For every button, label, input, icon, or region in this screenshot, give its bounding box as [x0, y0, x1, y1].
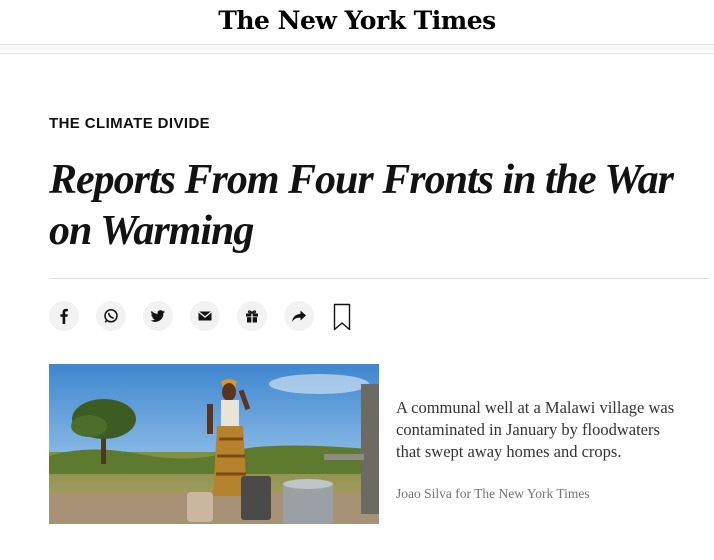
article-headline: Reports From Four Fronts in the War on W…: [49, 157, 674, 254]
nav-subbar: [0, 45, 714, 54]
gift-icon: [246, 310, 258, 323]
photo-caption: A communal well at a Malawi village was …: [396, 398, 675, 461]
article-photo[interactable]: [49, 364, 379, 524]
email-icon: [198, 311, 212, 321]
twitter-icon: [150, 310, 165, 322]
nyt-logo[interactable]: The New York Times: [0, 6, 714, 35]
masthead: The New York Times: [0, 0, 714, 45]
facebook-icon: [60, 308, 68, 324]
whatsapp-share-button[interactable]: [96, 301, 126, 331]
photo-credit: Joao Silva for The New York Times: [396, 486, 590, 501]
divider: [49, 278, 709, 279]
gift-article-button[interactable]: [237, 301, 267, 331]
section-kicker[interactable]: THE CLIMATE DIVIDE: [49, 115, 210, 132]
share-icon: [292, 310, 306, 322]
whatsapp-icon: [104, 309, 118, 323]
photo-well-woman: [49, 364, 379, 524]
bookmark-icon[interactable]: [333, 303, 351, 331]
more-share-button[interactable]: [284, 301, 314, 331]
facebook-share-button[interactable]: [49, 301, 79, 331]
email-share-button[interactable]: [190, 301, 220, 331]
twitter-share-button[interactable]: [143, 301, 173, 331]
